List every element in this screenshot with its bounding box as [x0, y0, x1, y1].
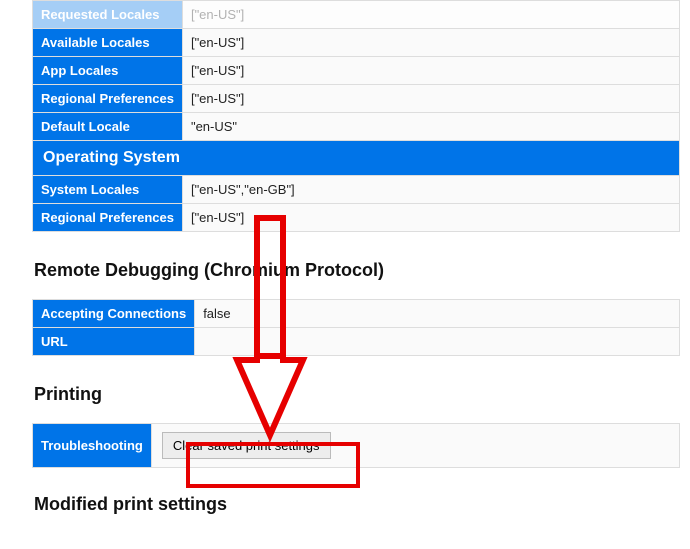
clear-saved-print-settings-button[interactable]: Clear saved print settings — [162, 432, 331, 459]
table-row: Requested Locales ["en-US"] — [33, 1, 680, 29]
table-row: Available Locales ["en-US"] — [33, 29, 680, 57]
table-row: Accepting Connections false — [33, 300, 680, 328]
section-header: Operating System — [33, 141, 680, 176]
table-row: System Locales ["en-US","en-GB"] — [33, 176, 680, 204]
row-value: ["en-US","en-GB"] — [182, 176, 679, 204]
row-label: Regional Preferences — [33, 204, 183, 232]
row-label: Troubleshooting — [33, 424, 152, 468]
table-row: Troubleshooting Clear saved print settin… — [33, 424, 680, 468]
row-value: ["en-US"] — [182, 1, 679, 29]
button-cell: Clear saved print settings — [151, 424, 679, 468]
table-row: URL — [33, 328, 680, 356]
row-label: Default Locale — [33, 113, 183, 141]
section-header-row: Operating System — [33, 141, 680, 176]
row-value: "en-US" — [182, 113, 679, 141]
row-value: ["en-US"] — [182, 85, 679, 113]
remote-debugging-heading: Remote Debugging (Chromium Protocol) — [34, 260, 690, 281]
row-label: App Locales — [33, 57, 183, 85]
row-label: Requested Locales — [33, 1, 183, 29]
row-label: URL — [33, 328, 195, 356]
row-label: Accepting Connections — [33, 300, 195, 328]
modified-print-settings-heading: Modified print settings — [34, 494, 690, 515]
printing-heading: Printing — [34, 384, 690, 405]
row-label: Regional Preferences — [33, 85, 183, 113]
row-value: ["en-US"] — [182, 57, 679, 85]
table-row: App Locales ["en-US"] — [33, 57, 680, 85]
row-value — [195, 328, 680, 356]
table-row: Default Locale "en-US" — [33, 113, 680, 141]
row-value: ["en-US"] — [182, 29, 679, 57]
table-row: Regional Preferences ["en-US"] — [33, 85, 680, 113]
row-label: Available Locales — [33, 29, 183, 57]
locale-table: Requested Locales ["en-US"] Available Lo… — [32, 0, 680, 232]
printing-table: Troubleshooting Clear saved print settin… — [32, 423, 680, 468]
table-row: Regional Preferences ["en-US"] — [33, 204, 680, 232]
row-value: ["en-US"] — [182, 204, 679, 232]
remote-debugging-table: Accepting Connections false URL — [32, 299, 680, 356]
row-value: false — [195, 300, 680, 328]
row-label: System Locales — [33, 176, 183, 204]
